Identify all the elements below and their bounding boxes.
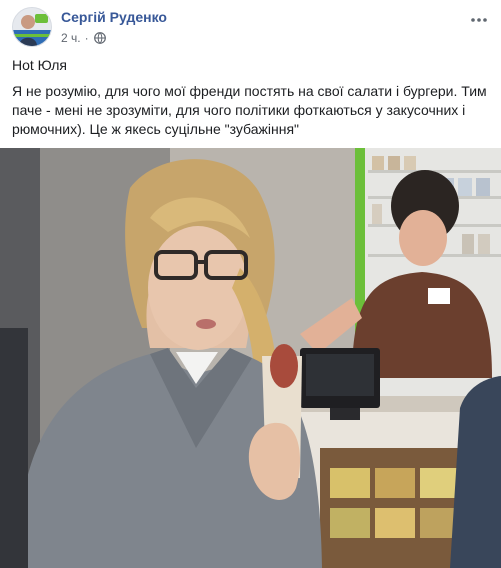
post-timestamp[interactable]: 2 ч. [61,31,81,45]
post-title: Hot Юля [12,57,67,73]
feed-post: Сергій Руденко 2 ч. · Hot Юля Я не розум… [0,0,501,568]
post-header: Сергій Руденко 2 ч. · [0,0,501,52]
meta-separator: · [84,31,89,45]
post-body: Я не розумію, для чого мої френди постят… [12,83,487,137]
post-text: Hot Юля Я не розумію, для чого мої френд… [12,56,490,146]
globe-icon[interactable] [93,32,106,44]
photo-illustration [0,148,501,568]
author-avatar[interactable] [12,7,52,47]
post-meta: 2 ч. · [61,30,106,46]
author-name[interactable]: Сергій Руденко [61,9,167,25]
more-options-icon[interactable] [469,10,489,30]
avatar-image [13,8,51,46]
post-photo[interactable] [0,148,501,568]
